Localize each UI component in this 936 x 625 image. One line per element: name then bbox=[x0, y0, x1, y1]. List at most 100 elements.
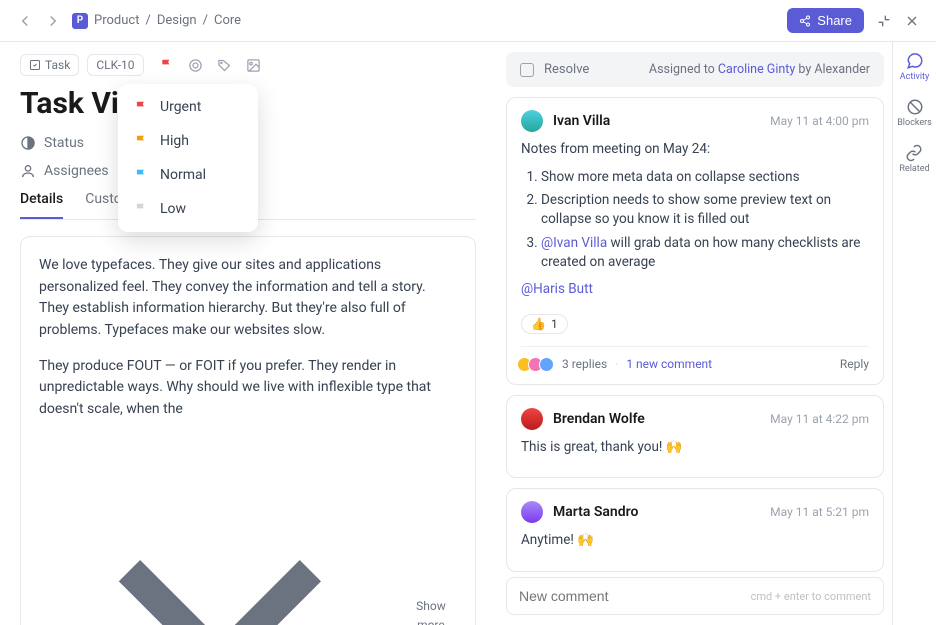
comment-1: Ivan Villa May 11 at 4:00 pm Notes from … bbox=[506, 97, 884, 385]
toolbar-icons bbox=[160, 58, 261, 73]
rail-related[interactable]: Related bbox=[899, 144, 929, 174]
show-more-label: Show more bbox=[405, 597, 457, 625]
avatar bbox=[521, 408, 543, 430]
left-pane: Task CLK-10 Task Vie Status Assignees De… bbox=[0, 42, 496, 625]
timestamp: May 11 at 5:21 pm bbox=[770, 505, 869, 519]
replies-count[interactable]: 3 replies bbox=[562, 357, 607, 371]
tag-icon[interactable] bbox=[217, 58, 232, 73]
link-icon bbox=[905, 144, 923, 162]
resolve-left: Resolve bbox=[520, 62, 589, 77]
rail-label: Related bbox=[899, 164, 929, 174]
breadcrumb-core[interactable]: Core bbox=[214, 13, 241, 28]
new-comment-field[interactable] bbox=[519, 588, 751, 604]
task-id-label: CLK-10 bbox=[96, 58, 134, 72]
thread-left: 3 replies · 1 new comment bbox=[521, 357, 712, 372]
main: Task CLK-10 Task Vie Status Assignees De… bbox=[0, 42, 936, 625]
person-icon bbox=[20, 163, 36, 179]
breadcrumb: P Product / Design / Core bbox=[72, 13, 241, 29]
comment-body: Notes from meeting on May 24: Show more … bbox=[521, 140, 869, 334]
comment-list: Show more meta data on collapse sections… bbox=[521, 168, 869, 272]
avatar bbox=[521, 110, 543, 132]
author: Marta Sandro bbox=[521, 501, 638, 523]
share-button[interactable]: Share bbox=[787, 8, 864, 33]
tab-details[interactable]: Details bbox=[20, 191, 63, 219]
task-toolbar: Task CLK-10 bbox=[20, 54, 476, 76]
priority-high-label: High bbox=[160, 133, 189, 149]
comment-intro: Notes from meeting on May 24: bbox=[521, 140, 869, 160]
comment-text: This is great, thank you! 🙌 bbox=[521, 438, 869, 458]
flag-icon bbox=[134, 202, 148, 216]
description-p1: We love typefaces. They give our sites a… bbox=[39, 255, 457, 342]
description-p2: They produce FOUT — or FOIT if you prefe… bbox=[39, 356, 457, 421]
block-icon bbox=[906, 98, 924, 116]
rail-label: Activity bbox=[900, 72, 929, 82]
breadcrumb-project-chip[interactable]: P bbox=[72, 13, 88, 29]
priority-normal-label: Normal bbox=[160, 167, 206, 183]
share-label: Share bbox=[817, 13, 852, 28]
mini-avatars bbox=[521, 357, 554, 372]
priority-dropdown: Urgent High Normal Low bbox=[118, 84, 258, 232]
task-pill-label: Task bbox=[45, 58, 70, 72]
author-name: Marta Sandro bbox=[553, 504, 638, 520]
resolve-bar: Resolve Assigned to Caroline Ginty by Al… bbox=[506, 52, 884, 87]
timestamp: May 11 at 4:22 pm bbox=[770, 412, 869, 426]
flag-icon bbox=[134, 168, 148, 182]
rail-activity[interactable]: Activity bbox=[900, 52, 929, 82]
comment-head: Brendan Wolfe May 11 at 4:22 pm bbox=[521, 408, 869, 430]
comment-text: Anytime! 🙌 bbox=[521, 531, 869, 551]
priority-urgent[interactable]: Urgent bbox=[118, 90, 258, 124]
breadcrumb-design[interactable]: Design bbox=[157, 13, 197, 28]
assigned-text: Assigned to Caroline Ginty by Alexander bbox=[649, 62, 870, 77]
show-more-button[interactable]: Show more bbox=[39, 435, 457, 625]
new-comment-link[interactable]: 1 new comment bbox=[626, 357, 712, 371]
task-pill[interactable]: Task bbox=[20, 54, 79, 76]
description-card: We love typefaces. They give our sites a… bbox=[20, 236, 476, 625]
breadcrumb-product[interactable]: Product bbox=[94, 13, 139, 28]
task-id-pill[interactable]: CLK-10 bbox=[87, 54, 143, 76]
author: Ivan Villa bbox=[521, 110, 610, 132]
comment-icon bbox=[906, 52, 924, 70]
author-name: Brendan Wolfe bbox=[553, 411, 645, 427]
author: Brendan Wolfe bbox=[521, 408, 645, 430]
priority-low[interactable]: Low bbox=[118, 192, 258, 226]
comment-body: This is great, thank you! 🙌 bbox=[521, 438, 869, 458]
topbar-right: Share bbox=[787, 8, 920, 33]
tab-custom[interactable]: Custo bbox=[85, 191, 121, 219]
priority-high[interactable]: High bbox=[118, 124, 258, 158]
nav-back[interactable] bbox=[16, 12, 34, 30]
list-item: @Ivan Villa will grab data on how many c… bbox=[541, 234, 869, 272]
rail-label: Blockers bbox=[897, 118, 932, 128]
mention-link[interactable]: @Ivan Villa bbox=[541, 235, 607, 251]
nav-forward[interactable] bbox=[44, 12, 62, 30]
avatar bbox=[521, 501, 543, 523]
target-icon[interactable] bbox=[188, 58, 203, 73]
reaction-count: 1 bbox=[551, 317, 558, 331]
mention-link[interactable]: @Haris Butt bbox=[521, 281, 593, 297]
flag-icon[interactable] bbox=[160, 58, 174, 72]
comment-head: Marta Sandro May 11 at 5:21 pm bbox=[521, 501, 869, 523]
collapse-icon[interactable] bbox=[876, 13, 892, 29]
image-icon[interactable] bbox=[246, 58, 261, 73]
topbar: P Product / Design / Core Share bbox=[0, 0, 936, 42]
reaction[interactable]: 👍 1 bbox=[521, 314, 568, 334]
comment-body: Anytime! 🙌 bbox=[521, 531, 869, 551]
list-item: Show more meta data on collapse sections bbox=[541, 168, 869, 187]
assignees-label: Assignees bbox=[44, 163, 109, 179]
author-name: Ivan Villa bbox=[553, 113, 610, 129]
comment-3: Marta Sandro May 11 at 5:21 pm Anytime! … bbox=[506, 488, 884, 572]
rail-blockers[interactable]: Blockers bbox=[897, 98, 932, 128]
input-hint: cmd + enter to comment bbox=[751, 590, 871, 603]
assignee-link[interactable]: Caroline Ginty bbox=[718, 62, 795, 77]
close-icon[interactable] bbox=[904, 13, 920, 29]
timestamp: May 11 at 4:00 pm bbox=[770, 114, 869, 128]
comment-input[interactable]: cmd + enter to comment bbox=[506, 577, 884, 615]
resolve-checkbox[interactable] bbox=[520, 63, 534, 77]
comment-head: Ivan Villa May 11 at 4:00 pm bbox=[521, 110, 869, 132]
reply-button[interactable]: Reply bbox=[840, 357, 869, 371]
priority-low-label: Low bbox=[160, 201, 186, 217]
priority-urgent-label: Urgent bbox=[160, 99, 201, 115]
status-label: Status bbox=[44, 135, 84, 151]
flag-icon bbox=[134, 100, 148, 114]
priority-normal[interactable]: Normal bbox=[118, 158, 258, 192]
comments-pane: Resolve Assigned to Caroline Ginty by Al… bbox=[496, 42, 892, 625]
